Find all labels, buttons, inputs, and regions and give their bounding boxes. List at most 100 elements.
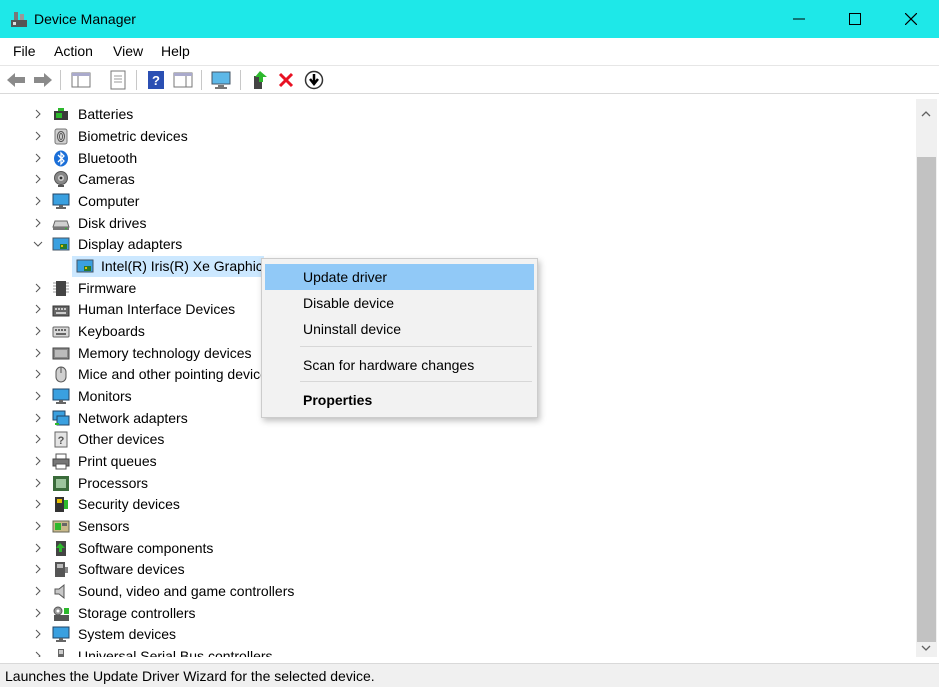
menu-help[interactable]: Help [161,43,190,59]
enable-device-button[interactable] [303,69,325,91]
tree-item-system-devices[interactable]: System devices [2,624,916,645]
battery-icon [54,108,68,120]
chevron-down-icon[interactable] [32,238,44,250]
tree-item-label: Monitors [78,388,132,404]
scan-hardware-button[interactable] [210,69,232,91]
bluetooth-icon [54,150,68,167]
chevron-right-icon[interactable] [32,455,44,467]
display-adapter-icon [52,237,70,251]
title-bar[interactable]: Device Manager [0,0,939,38]
close-button[interactable] [882,0,939,38]
minimize-button[interactable] [770,0,828,38]
menu-file[interactable]: File [13,43,36,59]
chevron-right-icon[interactable] [32,282,44,294]
context-uninstall-device[interactable]: Uninstall device [265,316,534,342]
tree-item-label: Storage controllers [78,605,196,621]
svg-text:?: ? [152,73,160,88]
show-hide-console-tree-button[interactable] [70,69,92,91]
vertical-scrollbar[interactable] [916,99,937,657]
chevron-right-icon[interactable] [32,347,44,359]
chevron-right-icon[interactable] [32,412,44,424]
computer-icon [52,193,70,209]
context-item-label: Update driver [303,269,388,285]
tree-item-disk-drives[interactable]: Disk drives [2,213,916,234]
chevron-right-icon[interactable] [32,542,44,554]
show-hide-console-tree-icon [71,72,91,88]
tree-item-label: Universal Serial Bus controllers [78,648,273,657]
system-devices-icon [52,626,70,642]
action-pane-button[interactable] [172,69,194,91]
tree-item-other-devices[interactable]: ? Other devices [2,429,916,450]
back-arrow-icon [7,73,25,87]
scroll-up-icon[interactable] [921,109,931,119]
tree-item-security-devices[interactable]: Security devices [2,494,916,515]
tree-item-computer[interactable]: Computer [2,191,916,212]
chevron-right-icon[interactable] [32,520,44,532]
tree-item-label: Bluetooth [78,150,138,166]
chevron-right-icon[interactable] [32,152,44,164]
scroll-down-icon[interactable] [921,643,931,653]
printer-icon [52,453,70,470]
chevron-right-icon[interactable] [32,585,44,597]
chevron-right-icon[interactable] [32,325,44,337]
tree-item-software-components[interactable]: Software components [2,538,916,559]
tree-item-label: Firmware [78,280,137,296]
properties-icon [110,70,126,90]
update-driver-button[interactable] [249,69,271,91]
menu-action[interactable]: Action [54,43,93,59]
action-pane-icon [173,72,193,88]
menu-view[interactable]: View [113,43,143,59]
forward-button[interactable] [32,69,54,91]
processor-icon [53,476,69,491]
tree-item-cameras[interactable]: Cameras [2,169,916,190]
disk-drive-icon [52,220,70,230]
tree-item-label: Mice and other pointing devices [78,366,275,382]
tree-item-processors[interactable]: Processors [2,473,916,494]
chevron-right-icon[interactable] [32,498,44,510]
tree-item-display-adapters[interactable]: Display adapters [2,234,916,255]
tree-item-storage-controllers[interactable]: Storage controllers [2,603,916,624]
tree-item-sound-video-and-game-controllers[interactable]: Sound, video and game controllers [2,581,916,602]
network-adapter-icon [52,410,70,426]
tree-item-bluetooth[interactable]: Bluetooth [2,148,916,169]
scrollbar-thumb[interactable] [917,157,936,642]
chevron-right-icon[interactable] [32,130,44,142]
software-device-icon [55,562,68,577]
chevron-right-icon[interactable] [32,303,44,315]
tree-item-software-devices[interactable]: Software devices [2,559,916,580]
context-update-driver[interactable]: Update driver [265,264,534,290]
chevron-right-icon[interactable] [32,173,44,185]
context-scan-hardware-changes[interactable]: Scan for hardware changes [265,352,534,378]
chevron-right-icon[interactable] [32,563,44,575]
back-button[interactable] [5,69,27,91]
chevron-right-icon[interactable] [32,650,44,657]
context-separator [300,381,532,382]
chevron-right-icon[interactable] [32,217,44,229]
chevron-right-icon[interactable] [32,477,44,489]
chevron-right-icon[interactable] [32,368,44,380]
maximize-button[interactable] [826,0,884,38]
tree-item-label: Keyboards [78,323,145,339]
tree-item-batteries[interactable]: Batteries [2,104,916,125]
uninstall-device-icon [278,72,294,88]
mouse-icon [55,366,67,383]
chevron-right-icon[interactable] [32,607,44,619]
tree-item-label: Sound, video and game controllers [78,583,295,599]
chevron-right-icon[interactable] [32,433,44,445]
fingerprint-icon [54,128,68,145]
tree-item-universal-serial-bus-controllers[interactable]: Universal Serial Bus controllers [2,646,916,657]
tree-item-biometric-devices[interactable]: Biometric devices [2,126,916,147]
properties-toolbar-button[interactable] [107,69,129,91]
context-disable-device[interactable]: Disable device [265,290,534,316]
chevron-right-icon[interactable] [32,628,44,640]
tree-item-print-queues[interactable]: Print queues [2,451,916,472]
chevron-right-icon[interactable] [32,108,44,120]
help-button[interactable]: ? [145,69,167,91]
uninstall-device-button[interactable] [275,69,297,91]
chevron-right-icon[interactable] [32,390,44,402]
context-properties[interactable]: Properties [265,387,534,413]
tree-item-label: Memory technology devices [78,345,252,361]
toolbar-separator [60,70,61,90]
chevron-right-icon[interactable] [32,195,44,207]
tree-item-sensors[interactable]: Sensors [2,516,916,537]
